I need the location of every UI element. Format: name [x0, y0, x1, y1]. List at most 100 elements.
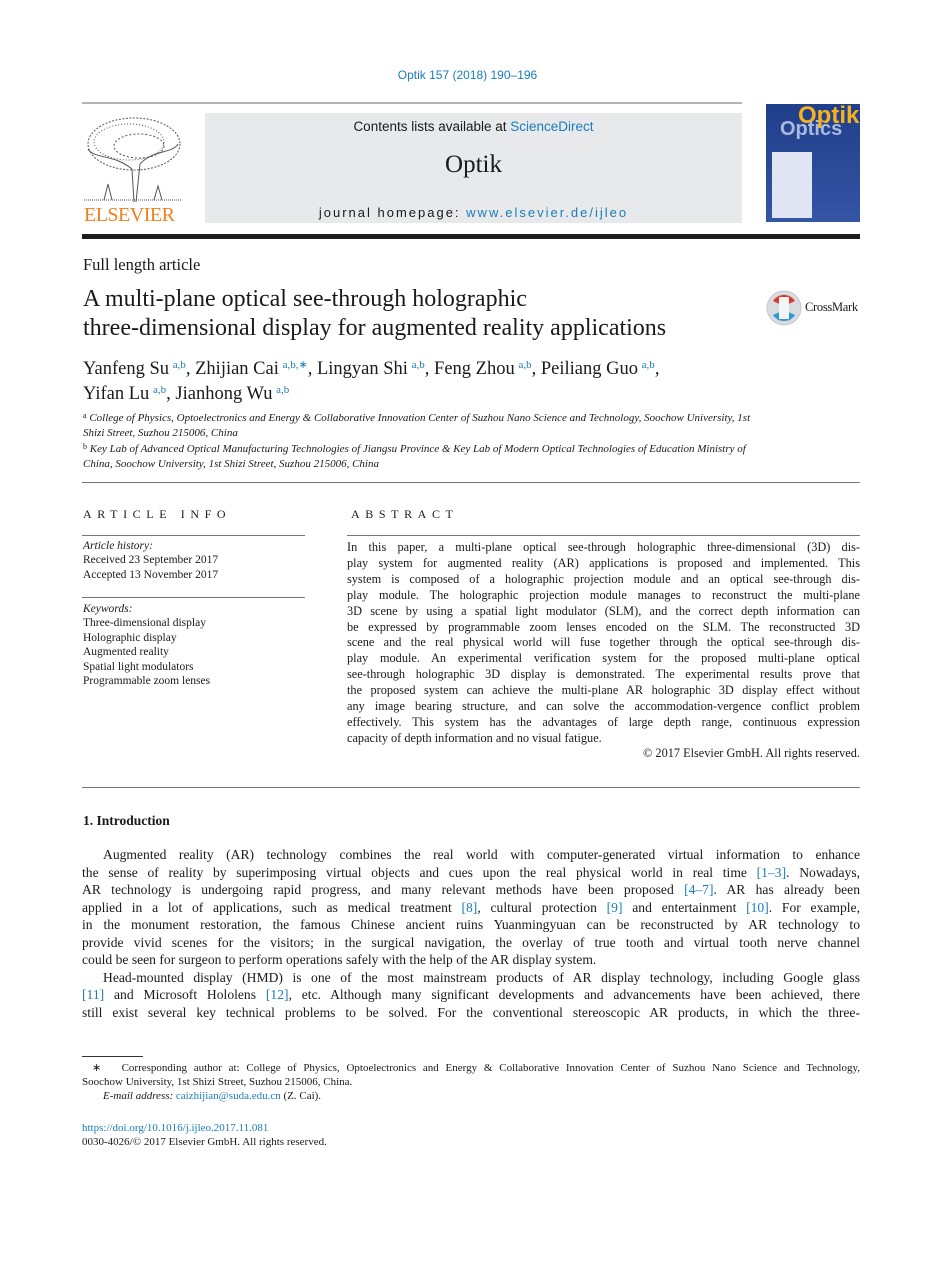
paragraph-line: the sense of reality by superimposing vi… — [82, 865, 860, 883]
article-info-heading: ARTICLE INFO — [83, 507, 232, 521]
abstract-line: system is composed of a holographic proj… — [347, 571, 860, 586]
citation-link[interactable]: [10] — [746, 900, 769, 915]
history-label: Article history: — [83, 540, 153, 552]
author[interactable]: Yanfeng Su a,b — [83, 359, 186, 379]
author-name: Yanfeng Su — [83, 359, 170, 379]
crossmark-label: CrossMark — [805, 300, 858, 314]
author[interactable]: Peiliang Guo a,b — [541, 359, 655, 379]
text-run: AR technology is undergoing rapid progre… — [82, 882, 685, 897]
text-run: Head-mounted display (HMD) is one of the… — [103, 970, 860, 985]
citation-link[interactable]: [1–3] — [757, 865, 786, 880]
author-name: Feng Zhou — [434, 359, 515, 379]
contents-line: Contents lists available at ScienceDirec… — [205, 119, 742, 134]
abstract-line: be expressed by programmable zoom lenses… — [347, 619, 860, 634]
homepage-line: journal homepage: www.elsevier.de/ijleo — [205, 205, 742, 220]
paragraph-line: provide vivid scenes for the visitors; i… — [82, 935, 860, 953]
doi-block: https://doi.org/10.1016/j.ijleo.2017.11.… — [82, 1121, 327, 1149]
affiliation-b: b Key Lab of Advanced Optical Manufactur… — [83, 442, 746, 470]
footnote-text: Soochow University, 1st Shizi Street, Su… — [82, 1076, 353, 1088]
abstract-line: play module. The holographic projection … — [347, 587, 860, 602]
sciencedirect-link[interactable]: ScienceDirect — [510, 119, 593, 134]
affiliations: a College of Physics, Optoelectronics an… — [83, 409, 763, 471]
citation-link[interactable]: [11] — [82, 987, 104, 1002]
author[interactable]: Lingyan Shi a,b — [317, 359, 425, 379]
keyword: Programmable zoom lenses — [83, 675, 211, 688]
divider — [82, 482, 860, 483]
author-affiliation-marks[interactable]: a,b — [518, 359, 531, 371]
footnote-rule — [82, 1056, 143, 1057]
author[interactable]: Zhijian Cai a,b,∗ — [195, 359, 308, 379]
text-run: , etc. Although many significant develop… — [288, 987, 860, 1002]
cover-subtitle: Optics — [780, 118, 843, 140]
journal-name: Optik — [445, 151, 502, 178]
author-affiliation-marks[interactable]: a,b — [276, 384, 289, 396]
footnote-corresponding: ∗ Corresponding author at: College of Ph… — [82, 1061, 860, 1103]
abstract-line: play system for augmented reality (AR) a… — [347, 555, 860, 570]
author-separator: , — [166, 384, 176, 404]
author[interactable]: Feng Zhou a,b — [434, 359, 532, 379]
author-name: Yifan Lu — [83, 384, 150, 404]
header-bar — [82, 234, 860, 239]
paragraph-line: Augmented reality (AR) technology combin… — [103, 847, 860, 865]
abstract-line: any image bearing structure, and can sol… — [347, 699, 860, 713]
paragraph-line: could be seen for surgeon to perform ope… — [82, 952, 860, 970]
author-separator: , — [307, 359, 317, 379]
author-name: Peiliang Guo — [540, 359, 638, 379]
author-name: Zhijian Cai — [195, 359, 279, 379]
paragraph-line: applied in a lot of applications, such a… — [82, 900, 860, 918]
paragraph-line: [11] and Microsoft Hololens [12], etc. A… — [82, 987, 860, 1005]
keyword: Three-dimensional display — [83, 617, 206, 630]
homepage-link[interactable]: www.elsevier.de/ijleo — [466, 205, 628, 220]
doi-link[interactable]: https://doi.org/10.1016/j.ijleo.2017.11.… — [82, 1121, 327, 1135]
paragraph-line: Head-mounted display (HMD) is one of the… — [103, 970, 860, 988]
author-separator: , — [185, 359, 196, 379]
issn-copyright: 0030-4026/© 2017 Elsevier GmbH. All righ… — [82, 1136, 327, 1148]
elsevier-tree-logo — [84, 114, 182, 203]
author-affiliation-marks[interactable]: a,b — [412, 359, 425, 371]
title-line: A multi-plane optical see-through hologr… — [83, 286, 527, 312]
footnote-mark: ∗ — [92, 1062, 102, 1074]
author-affiliation-marks[interactable]: a,b,∗ — [283, 359, 308, 371]
keywords: Keywords: Three-dimensional display Holog… — [83, 602, 210, 688]
article-type: Full length article — [83, 255, 201, 274]
contents-prefix: Contents lists available at — [353, 119, 511, 134]
citation-link[interactable]: [8] — [461, 900, 477, 915]
text-run: Augmented reality (AR) technology combin… — [103, 847, 860, 862]
citation-link[interactable]: [4–7] — [684, 882, 713, 897]
journal-reference-link[interactable]: Optik 157 (2018) 190–196 — [0, 68, 935, 82]
author[interactable]: Jianhong Wu a,b — [175, 384, 289, 404]
abstract-line: see-through holographic 3D display is de… — [347, 667, 860, 682]
text-run: applied in a lot of applications, such a… — [82, 900, 462, 915]
abstract-line: the proposed system can achieve the mult… — [347, 683, 860, 698]
elsevier-logo-text: ELSEVIER — [84, 204, 175, 226]
text-run: . Nowadays, — [786, 865, 861, 880]
author-affiliation-marks[interactable]: a,b — [173, 359, 186, 371]
email-suffix: (Z. Cai). — [280, 1090, 322, 1102]
author-name: Jianhong Wu — [175, 384, 273, 404]
text-run: and entertainment — [622, 900, 747, 915]
citation-link[interactable]: [12] — [266, 987, 289, 1002]
crossmark-icon — [766, 290, 802, 326]
header-rule — [82, 102, 742, 104]
text-run: . For example, — [768, 900, 860, 915]
email-link[interactable]: caizhijian@suda.edu.cn — [176, 1090, 281, 1102]
author[interactable]: Yifan Lu a,b — [83, 384, 166, 404]
journal-header-box: Contents lists available at ScienceDirec… — [205, 113, 742, 223]
footnote-text: Corresponding author at: College of Phys… — [121, 1062, 861, 1074]
abstract-line: scene and the real physical world will f… — [347, 635, 860, 650]
keyword: Augmented reality — [83, 646, 169, 659]
article-history: Article history: Received 23 September 2… — [83, 539, 218, 582]
accepted-date: Accepted 13 November 2017 — [83, 568, 219, 581]
author-affiliation-marks[interactable]: a,b — [153, 384, 166, 396]
citation-link[interactable]: [9] — [607, 900, 623, 915]
author-list: Yanfeng Su a,b, Zhijian Cai a,b,∗, Lingy… — [83, 355, 659, 405]
author-affiliation-marks[interactable]: a,b — [642, 359, 655, 371]
author-name: Lingyan Shi — [316, 359, 408, 379]
article-title: A multi-plane optical see-through hologr… — [83, 285, 666, 343]
text-run: still exist several key technical proble… — [82, 1005, 860, 1020]
abstract-line: In this paper, a multi-plane optical see… — [347, 540, 860, 554]
abstract-line: effectively. This system has the advanta… — [347, 714, 860, 729]
divider — [82, 787, 860, 788]
crossmark-button[interactable]: CrossMark — [765, 289, 865, 327]
received-date: Received 23 September 2017 — [83, 554, 219, 567]
